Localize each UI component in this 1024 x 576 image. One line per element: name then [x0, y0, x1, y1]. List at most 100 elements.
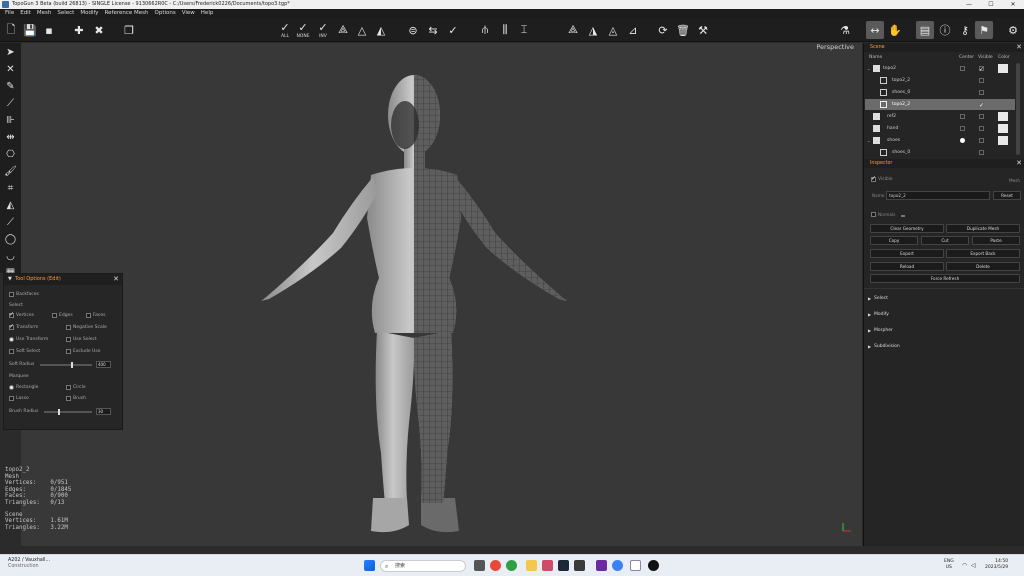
- negative-scale-checkbox[interactable]: [66, 325, 71, 330]
- grow-selection-icon[interactable]: ⟁: [334, 21, 352, 39]
- scene-row-hand[interactable]: hand: [865, 123, 1015, 134]
- extrude-icon[interactable]: ⎔: [2, 147, 19, 162]
- transform-option[interactable]: Transform: [9, 323, 38, 330]
- soft-radius-slider[interactable]: [40, 362, 92, 368]
- use-select-checkbox[interactable]: [66, 337, 71, 342]
- faces-option[interactable]: Faces: [86, 313, 106, 318]
- move-cross-icon[interactable]: ✕: [2, 62, 19, 77]
- color-swatch[interactable]: [998, 112, 1008, 121]
- section-morpher[interactable]: Morpher: [868, 328, 893, 333]
- tool-options-header[interactable]: ▼ Tool Options (Edit) ✕: [4, 274, 122, 285]
- edge-icon[interactable]: [506, 560, 517, 571]
- edge-icon[interactable]: ⊿: [624, 21, 642, 39]
- expand-arrow-icon[interactable]: ⌄: [867, 63, 870, 74]
- new-file-icon[interactable]: 🗋: [2, 21, 20, 39]
- save-as-icon[interactable]: ▪: [40, 21, 58, 39]
- cut-button[interactable]: Cut: [921, 236, 969, 245]
- brush-checkbox[interactable]: [66, 396, 71, 401]
- relax-icon[interactable]: ⫛: [476, 21, 494, 39]
- color-swatch[interactable]: [998, 64, 1008, 73]
- system-clock[interactable]: 14:50 2023/5/29: [985, 559, 1008, 571]
- cut-icon[interactable]: ⌗: [2, 181, 19, 196]
- select-all-button[interactable]: ✓ ALL: [276, 21, 294, 39]
- fill-icon[interactable]: ◭: [2, 198, 19, 213]
- menu-modify[interactable]: Modify: [80, 10, 98, 16]
- lasso-option[interactable]: Lasso: [9, 396, 29, 401]
- duplicate-mesh-button[interactable]: Duplicate Mesh: [946, 224, 1020, 233]
- section-modify[interactable]: Modify: [868, 312, 889, 317]
- create-icon[interactable]: ⟋: [2, 96, 19, 111]
- visible-checkbox[interactable]: [979, 138, 984, 143]
- visible-checkbox[interactable]: [979, 100, 984, 111]
- menu-reference-mesh[interactable]: Reference Mesh: [105, 10, 149, 16]
- expand-arrow-icon[interactable]: ⌄: [867, 135, 870, 146]
- center-radio[interactable]: [960, 138, 965, 143]
- weld-icon[interactable]: ✓: [444, 21, 462, 39]
- maximize-button[interactable]: ☐: [980, 0, 1002, 9]
- soft-select-option[interactable]: Soft Select: [9, 349, 40, 354]
- align-icon[interactable]: ⌶: [515, 21, 533, 39]
- soft-radius-input[interactable]: 400: [96, 361, 111, 368]
- exclude-use-option[interactable]: Exclude Use: [66, 349, 100, 354]
- export-back-button[interactable]: Export Back: [946, 249, 1020, 258]
- save-icon[interactable]: 💾: [21, 21, 39, 39]
- section-select[interactable]: Select: [868, 296, 888, 301]
- vertices-option[interactable]: Vertices: [9, 311, 34, 318]
- draw-pen-icon[interactable]: ✎: [2, 79, 19, 94]
- scale-arrows-icon[interactable]: ⇹: [2, 130, 19, 145]
- gear-icon[interactable]: ⚙: [1004, 21, 1022, 39]
- vertices-checkbox[interactable]: [9, 311, 14, 318]
- menu-file[interactable]: File: [5, 10, 14, 16]
- scene-row-topo2-2-selected[interactable]: topo2_2: [865, 99, 1015, 111]
- select-none-button[interactable]: ✓ NONE: [294, 21, 312, 39]
- brush-option[interactable]: Brush: [66, 396, 86, 401]
- visible-checkbox[interactable]: [979, 78, 984, 83]
- add-icon[interactable]: ✚: [70, 21, 88, 39]
- lasso-checkbox[interactable]: [9, 396, 14, 401]
- select-arrow-icon[interactable]: ➤: [2, 45, 19, 60]
- delete-x-icon[interactable]: ✖: [90, 21, 108, 39]
- scene-row-topo2[interactable]: ⌄ topo2: [865, 63, 1015, 75]
- smile-loop-icon[interactable]: ◡: [2, 249, 19, 264]
- task-view-icon[interactable]: [474, 560, 485, 571]
- app-icon-c[interactable]: [596, 560, 607, 571]
- render-icon[interactable]: ⚗: [836, 21, 854, 39]
- faces-checkbox[interactable]: [86, 313, 91, 318]
- soft-radius-slider-knob[interactable]: [71, 362, 73, 368]
- topogun-taskbar-icon[interactable]: [648, 560, 659, 571]
- normals-checkbox[interactable]: [871, 212, 876, 217]
- use-select-option[interactable]: Use Select: [66, 337, 97, 342]
- color-swatch[interactable]: [998, 136, 1008, 145]
- app-icon-d[interactable]: [612, 560, 623, 571]
- volume-icon[interactable]: ◁: [971, 562, 976, 569]
- scene-row-topo2-2[interactable]: topo2_2: [865, 75, 1015, 86]
- info-icon[interactable]: ⓘ: [936, 21, 954, 39]
- chrome-icon[interactable]: [490, 560, 501, 571]
- close-icon[interactable]: ✕: [113, 274, 119, 285]
- edges-option[interactable]: Edges: [52, 313, 73, 318]
- flip-icon[interactable]: ◬: [604, 21, 622, 39]
- collapse-triangle-icon[interactable]: ▼: [8, 274, 12, 285]
- pan-arrows-icon[interactable]: ↔: [866, 21, 884, 39]
- knife-icon[interactable]: ⟋: [2, 215, 19, 230]
- visible-checkbox[interactable]: [979, 114, 984, 119]
- edges-checkbox[interactable]: [52, 313, 57, 318]
- app-icon-b[interactable]: [574, 560, 585, 571]
- menu-edit[interactable]: Edit: [20, 10, 31, 16]
- color-swatch[interactable]: [998, 124, 1008, 133]
- normals-slider[interactable]: [901, 215, 905, 217]
- brush-radius-slider[interactable]: [44, 409, 92, 415]
- inspector-visible-checkbox[interactable]: [871, 175, 876, 182]
- select-invert-button[interactable]: ✓ INV: [314, 21, 332, 39]
- menu-select[interactable]: Select: [57, 10, 74, 16]
- rectangle-radio[interactable]: [9, 385, 14, 390]
- use-transform-radio[interactable]: [9, 337, 14, 342]
- exclude-use-checkbox[interactable]: [66, 349, 71, 354]
- reset-button[interactable]: Reset: [993, 191, 1021, 200]
- tools-icon[interactable]: ⚒: [694, 21, 712, 39]
- force-refresh-button[interactable]: Force Refresh: [870, 274, 1020, 283]
- close-icon[interactable]: ✕: [1016, 43, 1022, 52]
- copy-button[interactable]: Copy: [870, 236, 918, 245]
- visible-checkbox[interactable]: [979, 90, 984, 95]
- bridge-icon[interactable]: ⊪: [2, 113, 19, 128]
